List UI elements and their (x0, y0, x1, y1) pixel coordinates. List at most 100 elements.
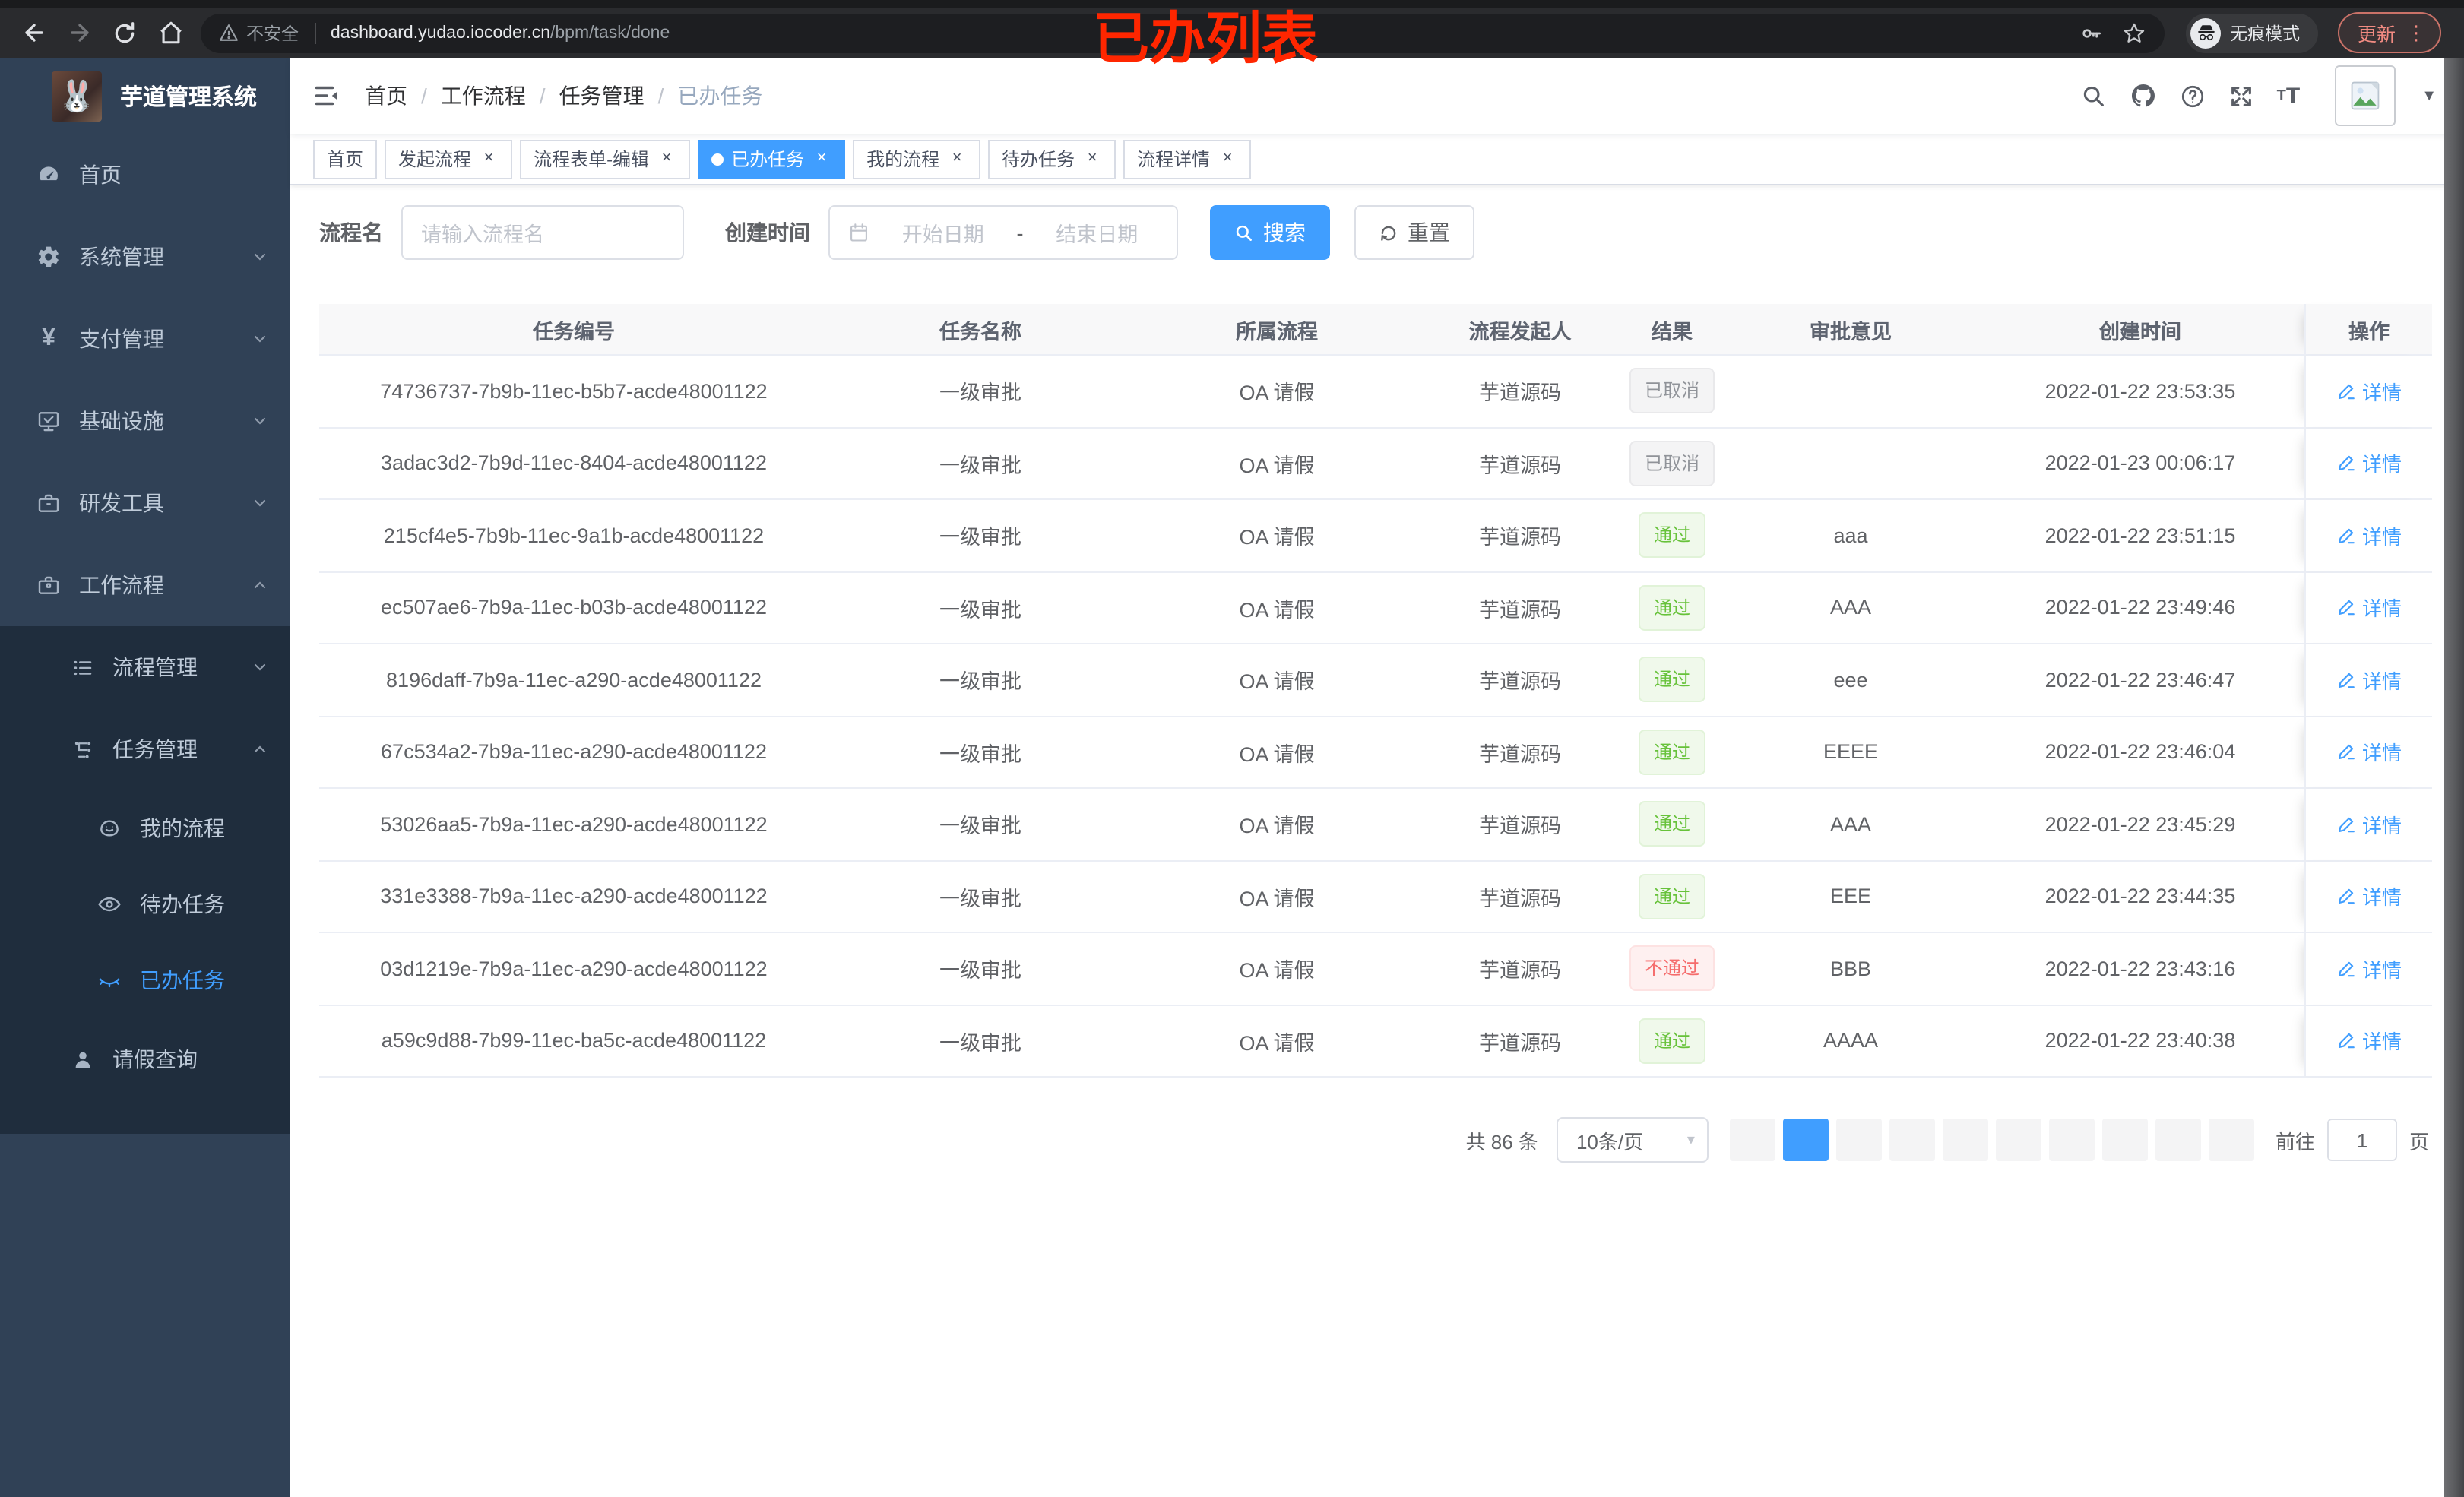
action-cell: 详情 (2304, 572, 2432, 643)
bookmark-star-icon[interactable] (2122, 21, 2146, 45)
goto-page-input[interactable]: 1 (2326, 1119, 2397, 1161)
home-icon[interactable] (155, 17, 185, 48)
tab-label: 首页 (327, 149, 364, 170)
sidebar-item-system[interactable]: 系统管理 (0, 216, 290, 298)
detail-link-label: 详情 (2361, 525, 2402, 549)
back-icon[interactable] (18, 17, 49, 48)
search-button-label: 搜索 (1263, 220, 1306, 245)
detail-link[interactable]: 详情 (2336, 882, 2402, 911)
create-time-cell: 2022-01-22 23:45:29 (2044, 812, 2236, 836)
detail-link[interactable]: 详情 (2336, 593, 2402, 622)
page-button[interactable] (1729, 1119, 1775, 1161)
view-tab[interactable]: 待办任务 × (988, 139, 1116, 179)
process-cell: OA 请假 (1239, 670, 1315, 694)
sidebar-item-infra[interactable]: 基础设施 (0, 380, 290, 462)
view-tab[interactable]: 流程详情 × (1123, 139, 1252, 179)
starter-cell: 芋道源码 (1479, 598, 1561, 622)
result-badge: 已取消 (1629, 440, 1715, 486)
page-button[interactable] (2101, 1119, 2148, 1161)
page-button[interactable] (1942, 1119, 1988, 1161)
sidebar-item-home[interactable]: 首页 (0, 134, 290, 216)
github-icon[interactable] (2130, 82, 2157, 109)
tab-close-icon[interactable]: × (812, 149, 831, 169)
create-time-cell: 2022-01-22 23:46:47 (2044, 668, 2236, 692)
sidebar-item-leave-query[interactable]: 请假查询 (0, 1018, 290, 1100)
sidebar-item-label: 已办任务 (140, 968, 225, 992)
font-size-icon[interactable]: TT (2277, 83, 2301, 109)
task-name-cell: 一级审批 (939, 742, 1021, 766)
tab-label: 已办任务 (731, 149, 805, 170)
view-tab[interactable]: 流程表单-编辑 × (520, 139, 691, 179)
calendar-icon (848, 222, 869, 243)
page-button[interactable] (1995, 1119, 2041, 1161)
page-button[interactable] (2208, 1119, 2254, 1161)
detail-link[interactable]: 详情 (2336, 738, 2402, 767)
monitor-icon (30, 409, 67, 433)
sidebar-item-workflow[interactable]: 工作流程 (0, 544, 290, 626)
sidebar-item-my-process[interactable]: 我的流程 (0, 790, 290, 866)
detail-link[interactable]: 详情 (2336, 1027, 2402, 1055)
detail-link[interactable]: 详情 (2336, 449, 2402, 478)
sidebar-item-done[interactable]: 已办任务 (0, 942, 290, 1018)
page-button[interactable] (1835, 1119, 1882, 1161)
page-button[interactable] (2155, 1119, 2201, 1161)
forward-icon[interactable] (64, 17, 94, 48)
breadcrumb-item[interactable]: 任务管理 (559, 81, 645, 111)
help-icon[interactable] (2180, 83, 2206, 109)
password-key-icon[interactable] (2079, 21, 2104, 45)
process-name-input[interactable]: 请输入流程名 (401, 205, 684, 260)
search-icon[interactable] (2081, 83, 2107, 109)
detail-link[interactable]: 详情 (2336, 377, 2402, 406)
view-tab[interactable]: 已办任务 × (698, 139, 846, 179)
reload-icon[interactable] (109, 17, 140, 48)
end-date-placeholder: 结束日期 (1056, 223, 1139, 246)
sidebar-item-todo[interactable]: 待办任务 (0, 866, 290, 942)
vertical-scrollbar[interactable] (2444, 58, 2464, 1497)
detail-link[interactable]: 详情 (2336, 666, 2402, 695)
browser-menu-icon[interactable]: ⋮ (2406, 21, 2426, 45)
page-size-select[interactable]: 10条/页 ▾ (1556, 1117, 1709, 1163)
create-time-cell: 2022-01-22 23:46:04 (2044, 740, 2236, 764)
sidebar-toggle-icon[interactable] (313, 82, 340, 109)
sidebar-item-dev[interactable]: 研发工具 (0, 462, 290, 544)
sidebar-item-pay[interactable]: ¥ 支付管理 (0, 298, 290, 380)
sidebar-logo-row[interactable]: 🐰 芋道管理系统 (0, 58, 290, 134)
dashboard-icon (30, 163, 67, 187)
sidebar-item-process-mgmt[interactable]: 流程管理 (0, 626, 290, 708)
breadcrumb-item[interactable]: 工作流程 (441, 81, 526, 111)
security-indicator[interactable]: 不安全 (219, 21, 299, 45)
detail-link[interactable]: 详情 (2336, 521, 2402, 550)
caret-down-icon[interactable]: ▼ (2421, 87, 2437, 104)
view-tab[interactable]: 首页 (313, 139, 378, 179)
chevron-down-icon (251, 412, 269, 430)
process-name-label: 流程名 (319, 220, 383, 245)
sidebar-item-label: 支付管理 (79, 327, 164, 351)
avatar[interactable] (2335, 65, 2396, 126)
date-range-input[interactable]: 开始日期 - 结束日期 (828, 205, 1178, 260)
tab-close-icon[interactable]: × (479, 149, 499, 169)
browser-update-button[interactable]: 更新 ⋮ (2338, 12, 2442, 53)
tab-close-icon[interactable]: × (1218, 149, 1237, 169)
sidebar-item-task-mgmt[interactable]: 任务管理 (0, 708, 290, 790)
page-button[interactable] (1889, 1119, 1935, 1161)
breadcrumb-item[interactable]: 首页 (365, 81, 407, 111)
fullscreen-icon[interactable] (2228, 83, 2254, 109)
tab-close-icon[interactable]: × (1082, 149, 1102, 169)
detail-link-label: 详情 (2361, 597, 2402, 621)
tab-close-icon[interactable]: × (947, 149, 967, 169)
view-tab[interactable]: 我的流程 × (853, 139, 981, 179)
page-button[interactable] (1782, 1119, 1829, 1161)
breadcrumb-item[interactable]: 已办任务 (677, 81, 762, 111)
comment-cell: AAA (1829, 596, 1871, 619)
view-tab[interactable]: 发起流程 × (385, 139, 513, 179)
detail-link[interactable]: 详情 (2336, 954, 2402, 983)
update-label: 更新 (2358, 24, 2396, 46)
starter-cell: 芋道源码 (1479, 815, 1561, 838)
search-button[interactable]: 搜索 (1210, 205, 1330, 260)
detail-link[interactable]: 详情 (2336, 810, 2402, 839)
tab-close-icon[interactable]: × (657, 149, 676, 169)
reset-button[interactable]: 重置 (1354, 205, 1474, 260)
comment-cell: EEE (1829, 885, 1871, 908)
page-button[interactable] (2048, 1119, 2095, 1161)
detail-link-label: 详情 (2361, 453, 2402, 476)
